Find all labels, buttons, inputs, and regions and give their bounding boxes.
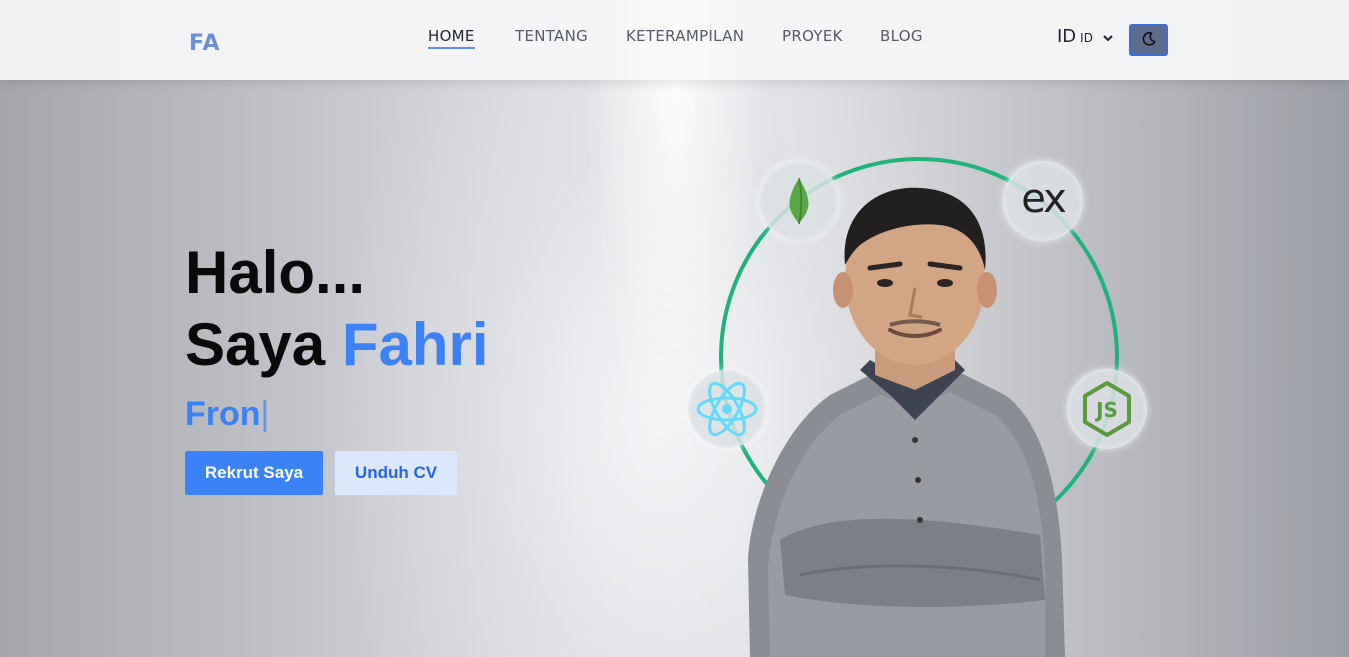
hero-name: Fahri [341,311,489,378]
express-icon: ex [1003,161,1083,241]
nav-blog[interactable]: BLOG [880,27,923,45]
nav-proyek[interactable]: PROYEK [782,27,843,45]
language-flag: ID [1080,31,1093,45]
intro-heading: Saya Fahri [185,310,489,380]
intro-word: Saya [185,311,326,378]
typed-text: Fron [185,395,261,433]
typing-cursor: | [260,395,270,433]
moon-icon [1141,31,1157,50]
site-header: FA HOME TENTANG KETERAMPILAN PROYEK BLOG… [0,0,1349,80]
greeting-heading: Halo... [185,239,366,306]
nav-home[interactable]: HOME [428,27,475,49]
download-cv-button[interactable]: Unduh CV [335,451,457,495]
theme-toggle-button[interactable] [1129,24,1168,56]
chevron-down-icon [1103,31,1113,45]
hire-me-button[interactable]: Rekrut Saya [185,451,323,495]
nav-keterampilan[interactable]: KETERAMPILAN [626,27,744,45]
nodejs-icon: JS [1067,369,1147,449]
typed-role: Fron| [185,393,269,435]
mongodb-icon [759,161,839,241]
react-icon [688,370,766,448]
profile-photo [748,187,1065,657]
express-logo-text: ex [1021,176,1067,222]
language-select[interactable]: ID ID [1057,26,1113,47]
svg-text:JS: JS [1094,398,1118,422]
language-code: ID [1057,26,1077,47]
nav-tentang[interactable]: TENTANG [515,27,588,45]
